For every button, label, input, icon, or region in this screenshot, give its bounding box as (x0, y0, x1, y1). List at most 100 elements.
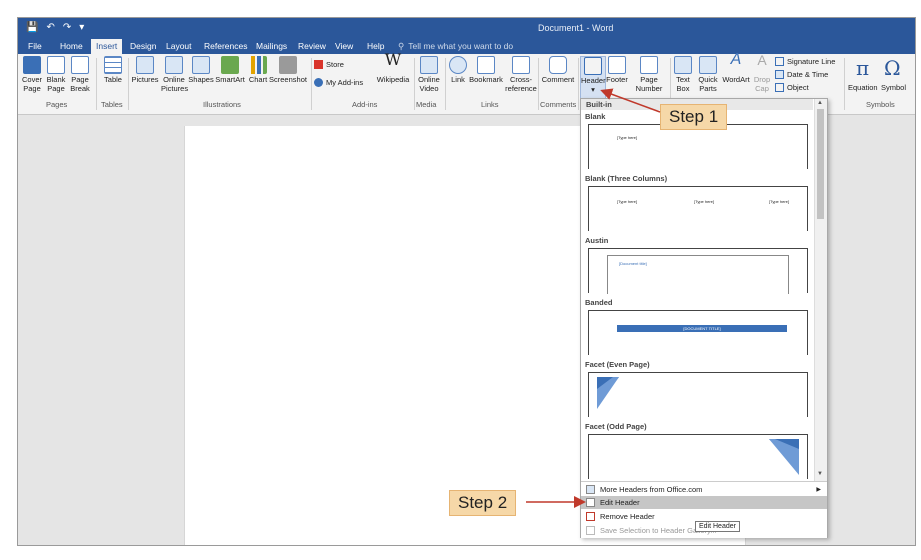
equation-button[interactable]: Equation (848, 83, 878, 92)
group-label-addins: Add-ins (352, 100, 378, 109)
group-divider (311, 58, 312, 110)
scrollbar-thumb[interactable] (817, 109, 824, 219)
gallery-item-banded[interactable]: [DOCUMENT TITLE] (588, 310, 808, 355)
header-button[interactable]: Header ▾ (580, 56, 606, 99)
my-addins-icon (314, 78, 323, 87)
tab-file[interactable]: File (28, 41, 42, 51)
thumb-band: [DOCUMENT TITLE] (617, 325, 787, 332)
step2-callout: Step 2 (449, 490, 517, 516)
link-button[interactable]: Link (448, 56, 468, 85)
tab-review[interactable]: Review (298, 41, 326, 51)
page-break-button[interactable]: Page Break (69, 56, 91, 93)
cover-page-button[interactable]: Cover Page (21, 56, 43, 93)
online-video-button[interactable]: Online Video (416, 56, 442, 93)
chart-button[interactable]: Chart (247, 56, 269, 85)
comment-button[interactable]: Comment (540, 56, 576, 85)
tell-me-box[interactable]: ⚲ Tell me what you want to do (398, 41, 513, 52)
chart-icon (249, 56, 267, 74)
tab-mailings[interactable]: Mailings (256, 41, 287, 51)
window-title: Document1 - Word (538, 23, 614, 33)
quick-parts-button[interactable]: Quick Parts (696, 56, 720, 93)
gallery-list[interactable]: Blank [Type here] Blank (Three Columns) … (581, 110, 815, 480)
thumb-placeholder: [Type here] (694, 199, 715, 204)
group-label-pages: Pages (46, 100, 68, 109)
page-break-icon (71, 56, 89, 74)
title-bar: 💾 ↶ ↷ ▾ Document1 - Word (18, 18, 915, 38)
pictures-button[interactable]: Pictures (131, 56, 159, 85)
tab-references[interactable]: References (204, 41, 247, 51)
comment-icon (549, 56, 567, 74)
gallery-item-facet-odd[interactable] (588, 434, 808, 479)
pi-icon: π (856, 56, 870, 80)
submenu-arrow-icon: ▶ (816, 487, 821, 493)
screenshot-button[interactable]: Screenshot (269, 56, 307, 85)
symbol-button[interactable]: Symbol (881, 83, 906, 92)
blank-page-icon (47, 56, 65, 74)
edit-header-item[interactable]: Edit Header (581, 496, 827, 509)
thumb-placeholder: [Document title] (619, 261, 647, 266)
page-number-icon (640, 56, 658, 74)
customize-icon[interactable]: ▾ (79, 22, 84, 33)
gallery-item-title: Banded (585, 298, 613, 307)
remove-header-icon (586, 512, 595, 521)
group-label-tables: Tables (101, 100, 123, 109)
group-label-media: Media (416, 100, 437, 109)
footer-button[interactable]: Footer (606, 56, 628, 85)
tab-help[interactable]: Help (367, 41, 384, 51)
save-icon[interactable]: 💾 (26, 22, 38, 33)
calendar-icon (775, 70, 784, 79)
gallery-item-title: Blank (585, 112, 606, 121)
page-number-button[interactable]: Page Number (630, 56, 668, 93)
group-divider (844, 58, 845, 110)
group-label-symbols: Symbols (866, 100, 895, 109)
cross-reference-button[interactable]: Cross-reference (505, 56, 537, 93)
tab-insert[interactable]: Insert (91, 39, 123, 54)
tab-home[interactable]: Home (60, 41, 83, 51)
store-button[interactable]: Store (314, 60, 344, 69)
group-divider (96, 58, 97, 110)
group-divider (128, 58, 129, 110)
smartart-button[interactable]: SmartArt (214, 56, 246, 85)
table-icon (104, 56, 122, 74)
gallery-scrollbar[interactable]: ▲ ▼ (814, 99, 827, 481)
tab-view[interactable]: View (335, 41, 353, 51)
tab-design[interactable]: Design (130, 41, 156, 51)
edit-header-icon (586, 498, 595, 507)
drop-cap-button[interactable]: A Drop Cap (751, 52, 773, 93)
gallery-item-blank[interactable]: [Type here] (588, 124, 808, 169)
wikipedia-button[interactable]: W Wikipedia (374, 50, 412, 85)
gallery-item-facet-even[interactable] (588, 372, 808, 417)
gallery-item-austin[interactable]: [Document title] (588, 248, 808, 294)
header-gallery: Built-in Blank [Type here] Blank (Three … (580, 98, 828, 538)
blank-page-button[interactable]: Blank Page (45, 56, 67, 93)
cross-reference-icon (512, 56, 530, 74)
tab-layout[interactable]: Layout (166, 41, 192, 51)
my-addins-button[interactable]: My Add-ins (314, 78, 363, 87)
gallery-item-blank-three-columns[interactable]: [Type here] [Type here] [Type here] (588, 186, 808, 231)
text-box-button[interactable]: Text Box (672, 56, 694, 93)
thumb-placeholder: [Type here] (617, 135, 638, 140)
group-divider (414, 58, 415, 110)
scroll-up-icon[interactable]: ▲ (817, 100, 823, 106)
ribbon-tabs: File Home Insert Design Layout Reference… (18, 38, 915, 54)
smartart-icon (221, 56, 239, 74)
edit-header-tooltip: Edit Header (695, 521, 740, 532)
shapes-button[interactable]: Shapes (188, 56, 214, 85)
group-divider (538, 58, 539, 110)
scroll-down-icon[interactable]: ▼ (817, 471, 823, 477)
online-pictures-button[interactable]: Online Pictures (161, 56, 188, 93)
online-pictures-icon (165, 56, 183, 74)
undo-icon[interactable]: ↶ (46, 22, 54, 33)
more-headers-item[interactable]: More Headers from Office.com ▶ (581, 483, 827, 496)
wordart-button[interactable]: A WordArt (721, 52, 751, 85)
thumb-placeholder: [Type here] (769, 199, 790, 204)
table-button[interactable]: Table (101, 56, 125, 85)
wikipedia-icon: W (384, 50, 402, 69)
date-time-button[interactable]: Date & Time (775, 70, 828, 79)
object-icon (775, 83, 784, 92)
drop-cap-icon: A (757, 52, 767, 68)
redo-icon[interactable]: ↷ (63, 22, 71, 33)
signature-line-button[interactable]: Signature Line (775, 57, 835, 66)
object-button[interactable]: Object (775, 83, 809, 92)
bookmark-button[interactable]: Bookmark (469, 56, 503, 85)
